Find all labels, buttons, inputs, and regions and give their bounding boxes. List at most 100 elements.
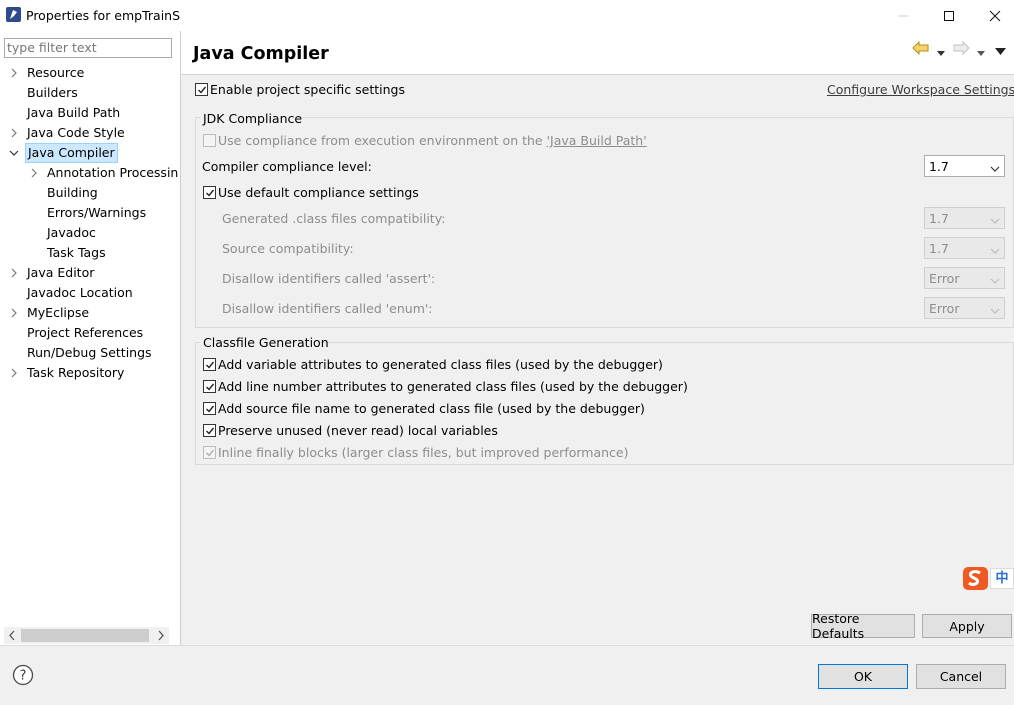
apply-button[interactable]: Apply — [922, 614, 1012, 638]
tree-item-label: Builders — [27, 85, 78, 100]
configure-workspace-settings-link[interactable]: Configure Workspace Settings... — [827, 82, 1014, 97]
tree-item[interactable]: Run/Debug Settings — [0, 343, 178, 363]
use-default-compliance-label: Use default compliance settings — [218, 185, 419, 200]
back-arrow-icon[interactable] — [912, 40, 930, 58]
classfile-option-label: Add variable attributes to generated cla… — [218, 357, 663, 372]
compliance-level-select[interactable]: 1.7 — [924, 155, 1005, 177]
generated-class-compat-select[interactable]: 1.7 — [924, 207, 1005, 229]
back-history-dropdown-icon[interactable] — [937, 45, 945, 60]
tree-item[interactable]: Building — [0, 183, 178, 203]
chevron-down-icon[interactable] — [9, 143, 19, 163]
minimize-icon[interactable] — [880, 0, 926, 31]
tree-item-label: Run/Debug Settings — [27, 345, 152, 360]
source-compat-label: Source compatibility: — [222, 241, 354, 256]
view-menu-icon[interactable] — [995, 44, 1006, 59]
classfile-option-checkbox[interactable] — [203, 402, 216, 415]
tree-item[interactable]: Task Repository — [0, 363, 178, 383]
use-exec-env-checkbox[interactable] — [203, 134, 216, 147]
page-header: Java Compiler — [181, 31, 1014, 75]
help-icon[interactable]: ? — [12, 664, 34, 689]
scroll-right-icon[interactable] — [156, 629, 166, 645]
tree-item[interactable]: Errors/Warnings — [0, 203, 178, 223]
chevron-down-icon — [990, 214, 1000, 224]
tree-item-label: Java Build Path — [27, 105, 121, 120]
sogou-ime-icon — [963, 567, 988, 590]
classfile-option-checkbox[interactable] — [203, 380, 216, 393]
tree-item[interactable]: Task Tags — [0, 243, 178, 263]
classfile-option-label: Inline finally blocks (larger class file… — [218, 445, 629, 460]
window-title: Properties for empTrainS — [26, 8, 181, 23]
tree-item[interactable]: Java Code Style — [0, 123, 178, 143]
chevron-right-icon[interactable] — [9, 363, 19, 383]
tree-item[interactable]: Java Compiler — [0, 143, 178, 163]
source-compat-value: 1.7 — [929, 241, 949, 256]
close-icon[interactable] — [972, 0, 1014, 31]
tree-item[interactable]: Builders — [0, 83, 178, 103]
chevron-right-icon[interactable] — [9, 303, 19, 323]
enable-project-specific-checkbox[interactable] — [195, 83, 208, 96]
classfile-option-checkbox[interactable] — [203, 446, 216, 459]
ok-button[interactable]: OK — [818, 664, 908, 689]
tree-item[interactable]: Java Editor — [0, 263, 178, 283]
disallow-assert-label: Disallow identifiers called 'assert': — [222, 271, 436, 286]
ime-indicator[interactable]: 中 — [962, 566, 1014, 591]
tree-item-label: Building — [47, 185, 98, 200]
app-icon — [6, 7, 21, 22]
tree-item-label: MyEclipse — [27, 305, 90, 320]
chevron-right-icon[interactable] — [9, 263, 19, 283]
java-build-path-link[interactable]: 'Java Build Path' — [547, 133, 647, 148]
group-border — [320, 342, 1013, 343]
disallow-enum-select[interactable]: Error — [924, 297, 1005, 319]
disallow-enum-value: Error — [929, 301, 960, 316]
scroll-left-icon[interactable] — [7, 629, 17, 645]
tree-item-label: Task Repository — [27, 365, 125, 380]
forward-history-dropdown-icon[interactable] — [977, 45, 985, 60]
disallow-assert-select[interactable]: Error — [924, 267, 1005, 289]
chevron-down-icon — [990, 162, 1000, 172]
tree-item-label: Java Editor — [27, 265, 95, 280]
tree-item[interactable]: Resource — [0, 63, 178, 83]
use-exec-env-label: Use compliance from execution environmen… — [218, 133, 547, 148]
chevron-down-icon — [990, 304, 1000, 314]
group-border — [196, 342, 200, 343]
classfile-option-label: Preserve unused (never read) local varia… — [218, 423, 498, 438]
chevron-down-icon — [990, 244, 1000, 254]
classfile-option-checkbox[interactable] — [203, 424, 216, 437]
classfile-option-label: Add line number attributes to generated … — [218, 379, 688, 394]
dialog-button-bar: ? OK Cancel — [0, 645, 1014, 705]
filter-input[interactable]: type filter text — [4, 38, 172, 58]
tree-item[interactable]: Project References — [0, 323, 178, 343]
tree-item-label: Java Code Style — [27, 125, 125, 140]
tree-item-label: Javadoc Location — [27, 285, 133, 300]
title-bar: Properties for empTrainS — [0, 0, 1014, 31]
classfile-option-label: Add source file name to generated class … — [218, 401, 645, 416]
tree-item[interactable]: Javadoc — [0, 223, 178, 243]
ime-mode-label: 中 — [990, 568, 1014, 589]
horizontal-scrollbar[interactable] — [4, 627, 169, 644]
chevron-right-icon[interactable] — [29, 163, 39, 183]
tree-item-label: Annotation Processin — [47, 165, 179, 180]
tree-item-label: Project References — [27, 325, 144, 340]
restore-defaults-button[interactable]: Restore Defaults — [811, 611, 915, 641]
scrollbar-thumb[interactable] — [21, 629, 149, 642]
tree-item-label: Javadoc — [47, 225, 96, 240]
preference-page: Java Compiler Enable project specific se… — [181, 31, 1014, 645]
forward-arrow-icon[interactable] — [952, 40, 970, 58]
chevron-right-icon[interactable] — [9, 123, 19, 143]
classfile-option-checkbox[interactable] — [203, 358, 216, 371]
chevron-right-icon[interactable] — [9, 63, 19, 83]
source-compat-select[interactable]: 1.7 — [924, 237, 1005, 259]
maximize-icon[interactable] — [926, 0, 972, 31]
tree-item-label: Task Tags — [47, 245, 106, 260]
enable-project-specific-label: Enable project specific settings — [210, 82, 405, 97]
tree-item-label: Errors/Warnings — [47, 205, 147, 220]
tree-item[interactable]: Annotation Processin — [0, 163, 178, 183]
use-default-compliance-checkbox[interactable] — [203, 186, 216, 199]
jdk-compliance-title: JDK Compliance — [203, 111, 303, 126]
compliance-level-label: Compiler compliance level: — [202, 159, 372, 174]
classfile-generation-title: Classfile Generation — [203, 335, 329, 350]
tree-item[interactable]: Java Build Path — [0, 103, 178, 123]
tree-item[interactable]: Javadoc Location — [0, 283, 178, 303]
tree-item[interactable]: MyEclipse — [0, 303, 178, 323]
cancel-button[interactable]: Cancel — [916, 664, 1006, 689]
